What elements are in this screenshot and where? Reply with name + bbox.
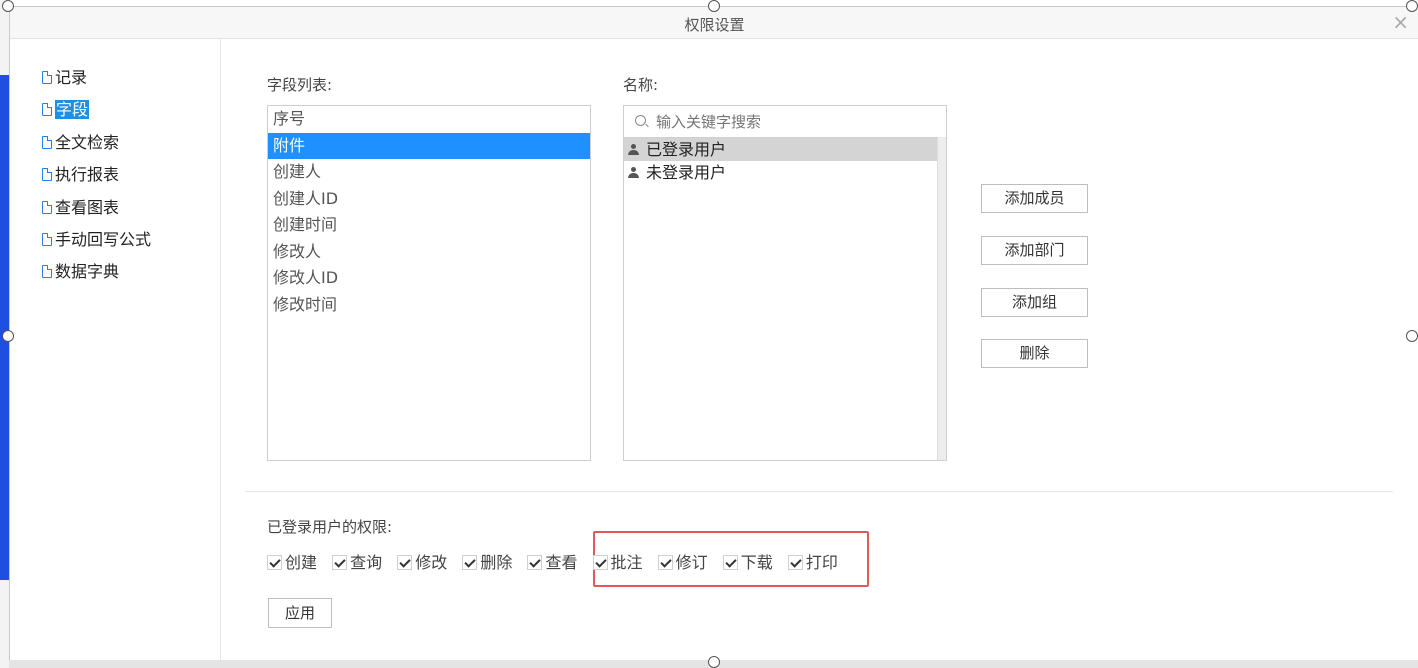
sidebar-item-view-chart[interactable]: 查看图表 (42, 196, 119, 220)
permissions-label: 已登录用户的权限: (267, 518, 393, 536)
permission-label: 批注 (610, 553, 643, 572)
resize-handle-left[interactable] (2, 330, 14, 342)
document-icon (42, 136, 52, 149)
permission-label: 查询 (350, 553, 383, 572)
field-row[interactable]: 创建人ID (268, 186, 590, 213)
member-label: 已登录用户 (646, 140, 727, 159)
permission-edit-checkbox[interactable]: 修改 (397, 552, 447, 574)
sidebar-item-label: 全文检索 (55, 133, 120, 152)
user-icon (628, 167, 639, 178)
field-row[interactable]: 修改人 (268, 239, 590, 266)
document-icon (42, 103, 52, 116)
backdrop-accent-strip (0, 75, 9, 580)
permission-label: 创建 (285, 553, 318, 572)
document-icon (42, 168, 52, 181)
sidebar-item-label: 数据字典 (55, 262, 120, 281)
field-row[interactable]: 创建人 (268, 159, 590, 186)
document-icon (42, 201, 52, 214)
field-row[interactable]: 序号 (268, 106, 590, 133)
document-icon (42, 265, 52, 278)
permission-checkbox-row: 创建 查询 修改 删除 查看 批注 修订 下载 打印 (267, 552, 848, 574)
permission-create-checkbox[interactable]: 创建 (267, 552, 317, 574)
sidebar: 记录 字段 全文检索 执行报表 查看图表 手动回写公式 数据字典 (10, 39, 221, 663)
check-icon (592, 555, 608, 570)
check-icon (657, 555, 673, 570)
check-icon (787, 555, 803, 570)
sidebar-item-manual-writeback[interactable]: 手动回写公式 (42, 228, 151, 252)
check-icon (332, 555, 348, 570)
check-icon (267, 555, 282, 570)
apply-button[interactable]: 应用 (268, 598, 332, 628)
field-list[interactable]: 序号 附件 创建人 创建人ID 创建时间 修改人 修改人ID 修改时间 (267, 105, 591, 461)
member-list: 已登录用户 未登录用户 (623, 105, 947, 461)
sidebar-item-label: 手动回写公式 (55, 230, 152, 249)
resize-handle-right[interactable] (1406, 330, 1418, 342)
section-divider (245, 491, 1393, 492)
field-row[interactable]: 创建时间 (268, 212, 590, 239)
sidebar-item-fulltext-search[interactable]: 全文检索 (42, 131, 119, 155)
sidebar-item-label: 查看图表 (55, 198, 120, 217)
member-list-label: 名称: (623, 76, 659, 94)
permission-revise-checkbox[interactable]: 修订 (657, 552, 708, 574)
sidebar-item-label: 记录 (55, 68, 88, 87)
permission-download-checkbox[interactable]: 下载 (722, 552, 773, 574)
dialog-title: 权限设置 (684, 16, 745, 34)
resize-handle-top[interactable] (708, 0, 720, 12)
resize-handle-bottom[interactable] (708, 656, 720, 668)
permission-query-checkbox[interactable]: 查询 (332, 552, 382, 574)
search-icon (635, 115, 646, 126)
permission-label: 删除 (480, 553, 513, 572)
check-icon (722, 555, 738, 570)
field-row-selected[interactable]: 附件 (268, 132, 590, 159)
user-icon (628, 144, 639, 155)
document-icon (42, 233, 52, 246)
member-row-selected[interactable]: 已登录用户 (624, 138, 937, 161)
add-department-button[interactable]: 添加部门 (981, 236, 1088, 265)
member-row[interactable]: 未登录用户 (624, 161, 937, 184)
field-row[interactable]: 修改人ID (268, 265, 590, 292)
check-icon (462, 555, 478, 570)
check-icon (527, 555, 543, 570)
permission-dialog: 权限设置 × 记录 字段 全文检索 执行报表 查看图表 手动回写公式 数据字典 … (9, 6, 1418, 663)
member-search (624, 106, 946, 138)
field-list-label: 字段列表: (267, 76, 333, 94)
member-list-scrollbar[interactable] (937, 137, 946, 460)
sidebar-item-data-dictionary[interactable]: 数据字典 (42, 260, 119, 284)
close-icon[interactable]: × (1392, 10, 1409, 34)
sidebar-item-label: 字段 (55, 100, 90, 119)
permission-label: 查看 (545, 553, 578, 572)
check-icon (397, 555, 413, 570)
sidebar-item-run-report[interactable]: 执行报表 (42, 163, 119, 187)
delete-button[interactable]: 删除 (981, 339, 1088, 368)
permission-label: 修订 (675, 553, 708, 572)
document-icon (42, 71, 52, 84)
permission-delete-checkbox[interactable]: 删除 (462, 552, 512, 574)
permission-annotate-checkbox[interactable]: 批注 (592, 552, 643, 574)
member-label: 未登录用户 (646, 163, 727, 182)
sidebar-item-field[interactable]: 字段 (42, 98, 90, 122)
permission-print-checkbox[interactable]: 打印 (787, 552, 838, 574)
sidebar-item-record[interactable]: 记录 (42, 66, 87, 90)
add-group-button[interactable]: 添加组 (981, 288, 1088, 317)
permission-label: 修改 (415, 553, 448, 572)
resize-handle-top-left[interactable] (2, 0, 14, 12)
sidebar-item-label: 执行报表 (55, 165, 120, 184)
field-row[interactable]: 修改时间 (268, 292, 590, 319)
resize-handle-top-right[interactable] (1406, 0, 1418, 12)
search-input[interactable] (654, 111, 938, 133)
permission-label: 打印 (805, 553, 838, 572)
permission-view-checkbox[interactable]: 查看 (527, 552, 577, 574)
permission-label: 下载 (740, 553, 773, 572)
add-member-button[interactable]: 添加成员 (981, 184, 1088, 213)
